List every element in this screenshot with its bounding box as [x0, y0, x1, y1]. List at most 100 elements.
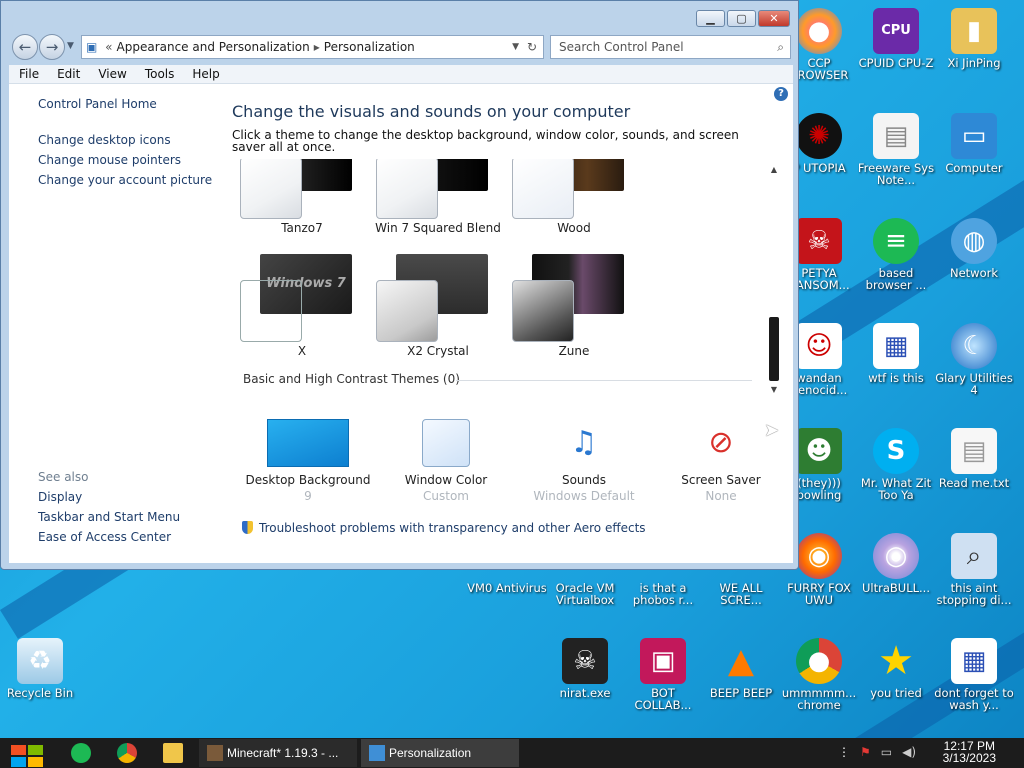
breadcrumb-separator-icon[interactable]: ▸ — [314, 40, 320, 54]
address-bar[interactable]: ▣ « Appearance and Personalization ▸ Person… — [81, 35, 544, 59]
menu-edit[interactable]: Edit — [57, 65, 80, 83]
desktop-icon-whatzit[interactable]: S Mr. What Zit Too Ya — [856, 428, 936, 503]
minecraft-icon — [207, 745, 223, 761]
minimize-button[interactable]: ▁ — [696, 10, 725, 27]
ease-of-access-link[interactable]: Ease of Access Center — [38, 530, 171, 544]
theme-name: X — [297, 344, 307, 358]
windows-logo-icon — [28, 757, 43, 767]
search-icon[interactable]: ⌕ — [777, 36, 784, 58]
taskbar-task-personalization[interactable]: Personalization — [361, 739, 519, 767]
clock-date: 3/13/2023 — [942, 751, 996, 765]
theme-scrollbar[interactable]: ▲ ▼ — [768, 159, 780, 396]
taskbar-task-minecraft[interactable]: Minecraft* 1.19.3 - ... — [199, 739, 357, 767]
basic-themes-heading[interactable]: Basic and High Contrast Themes (0) — [243, 372, 460, 386]
document-icon: ▤ — [873, 113, 919, 159]
menu-help[interactable]: Help — [192, 65, 219, 83]
taskbar-start-menu-link[interactable]: Taskbar and Start Menu — [38, 510, 180, 524]
window-color-icon — [422, 419, 470, 467]
desktop-icon-based-browser[interactable]: ≡ based browser ... — [856, 218, 936, 293]
menu-tools[interactable]: Tools — [145, 65, 175, 83]
desktop-icon-this-aint[interactable]: ⌕ this aint stopping di... — [934, 533, 1014, 608]
desktop-icon-wtf[interactable]: ▦ wtf is this — [856, 323, 936, 398]
control-panel-home-link[interactable]: Control Panel Home — [38, 97, 157, 111]
windows-logo-icon — [11, 745, 26, 755]
theme-name: X2 Crystal — [407, 344, 469, 358]
spotify-icon[interactable] — [71, 743, 91, 763]
desktop-background-option[interactable]: Desktop Background 9 — [238, 419, 378, 503]
desktop-icon-label: nirat.exe — [559, 687, 611, 700]
overflow-icon[interactable]: ⋮ — [838, 745, 850, 759]
file-explorer-icon[interactable] — [163, 743, 183, 763]
desktop-icon-beep-beep[interactable]: ▲ BEEP BEEP — [701, 638, 781, 713]
display-link[interactable]: Display — [38, 490, 82, 504]
window-color-option[interactable]: Window Color Custom — [376, 419, 516, 503]
option-value: None — [705, 489, 737, 503]
desktop-icon-bot-collab[interactable]: ▣ BOT COLLAB... — [623, 638, 703, 713]
refresh-icon[interactable]: ↻ — [527, 36, 537, 58]
scroll-down-icon[interactable]: ▼ — [768, 385, 780, 394]
option-value: Windows Default — [533, 489, 635, 503]
volume-icon[interactable]: ◀) — [902, 745, 916, 759]
forward-button[interactable]: → — [39, 34, 65, 60]
desktop-icon-computer[interactable]: ▭ Computer — [934, 113, 1014, 188]
menu-bar: File Edit View Tools Help — [9, 65, 793, 84]
screen-saver-icon: ⊘ — [708, 425, 734, 460]
desktop-icon-label: Oracle VM Virtualbox — [555, 582, 615, 607]
option-label: Screen Saver — [681, 473, 761, 487]
clock[interactable]: 12:17 PM 3/13/2023 — [943, 740, 996, 764]
scroll-up-icon[interactable]: ▲ — [768, 165, 780, 174]
windows-logo-icon — [28, 745, 43, 755]
desktop-icon-nirat[interactable]: ☠ nirat.exe — [545, 638, 625, 713]
desktop-icon-readme[interactable]: ▤ Read me.txt — [934, 428, 1014, 503]
breadcrumb-item[interactable]: Appearance and Personalization — [117, 40, 310, 54]
address-dropdown-icon[interactable]: ▼ — [512, 36, 519, 58]
desktop-icon-label: you tried — [870, 687, 922, 700]
theme-window-preview — [512, 159, 574, 219]
desktop-icon-freeware[interactable]: ▤ Freeware Sys Note... — [856, 113, 936, 188]
troubleshoot-aero-link[interactable]: Troubleshoot problems with transparency … — [242, 521, 646, 535]
breadcrumb-item[interactable]: Personalization — [324, 40, 415, 54]
theme-name: Tanzo7 — [281, 221, 323, 235]
flag-icon[interactable]: ⚑ — [860, 745, 871, 759]
change-mouse-pointers-link[interactable]: Change mouse pointers — [38, 153, 181, 167]
help-icon[interactable]: ? — [774, 87, 788, 101]
desktop-icon-cpuz[interactable]: CPU CPUID CPU-Z — [856, 8, 936, 83]
star-icon: ★ — [878, 638, 914, 684]
troubleshoot-label: Troubleshoot problems with transparency … — [259, 521, 646, 535]
theme-window-preview — [240, 159, 302, 219]
desktop-icon-chrome[interactable]: ● ummmmm... chrome — [779, 638, 859, 713]
start-button[interactable] — [8, 740, 44, 768]
desktop-icon-xi-jinping[interactable]: ▮ Xi JinPing — [934, 8, 1014, 83]
search-input[interactable]: Search Control Panel ⌕ — [550, 35, 791, 59]
scrollbar-thumb[interactable] — [769, 317, 779, 381]
desktop-icon-glary[interactable]: ☾ Glary Utilities 4 — [934, 323, 1014, 398]
desktop-icon-ultrabull[interactable]: ◎ UltraBULL... — [856, 533, 936, 608]
close-button[interactable]: ✕ — [758, 10, 790, 27]
chrome-icon[interactable] — [117, 743, 137, 763]
theme-window-preview — [240, 280, 302, 342]
personalization-icon — [369, 745, 385, 761]
batch-file-icon: ▦ — [951, 638, 997, 684]
batch-file-icon: ▦ — [873, 323, 919, 369]
desktop-icon-label: UltraBULL... — [862, 582, 930, 595]
desktop-icon-dont-forget[interactable]: ▦ dont forget to wash y... — [934, 638, 1014, 713]
back-button[interactable]: ← — [12, 34, 38, 60]
maximize-button[interactable]: ▢ — [727, 10, 756, 27]
change-desktop-icons-link[interactable]: Change desktop icons — [38, 133, 171, 147]
spotify-icon: ≡ — [873, 218, 919, 264]
utopia-icon: ✺ — [796, 113, 842, 159]
recent-pages-dropdown[interactable]: ▼ — [67, 41, 74, 51]
desktop-icon-network[interactable]: ◍ Network — [934, 218, 1014, 293]
system-tray: ⋮ ⚑ ▭ ◀) — [838, 745, 916, 759]
menu-file[interactable]: File — [19, 65, 39, 83]
network-tray-icon[interactable]: ▭ — [881, 745, 892, 759]
change-account-picture-link[interactable]: Change your account picture — [38, 173, 212, 187]
sounds-option[interactable]: ♫ Sounds Windows Default — [514, 419, 654, 503]
menu-view[interactable]: View — [98, 65, 126, 83]
sounds-icon: ♫ — [570, 425, 598, 460]
breadcrumb-overflow[interactable]: « — [105, 40, 112, 54]
network-icon: ◍ — [951, 218, 997, 264]
desktop-icon-recycle-bin[interactable]: ♻ Recycle Bin — [0, 638, 80, 713]
control-panel-icon: ▣ — [86, 40, 98, 54]
desktop-icon-you-tried[interactable]: ★ you tried — [856, 638, 936, 713]
